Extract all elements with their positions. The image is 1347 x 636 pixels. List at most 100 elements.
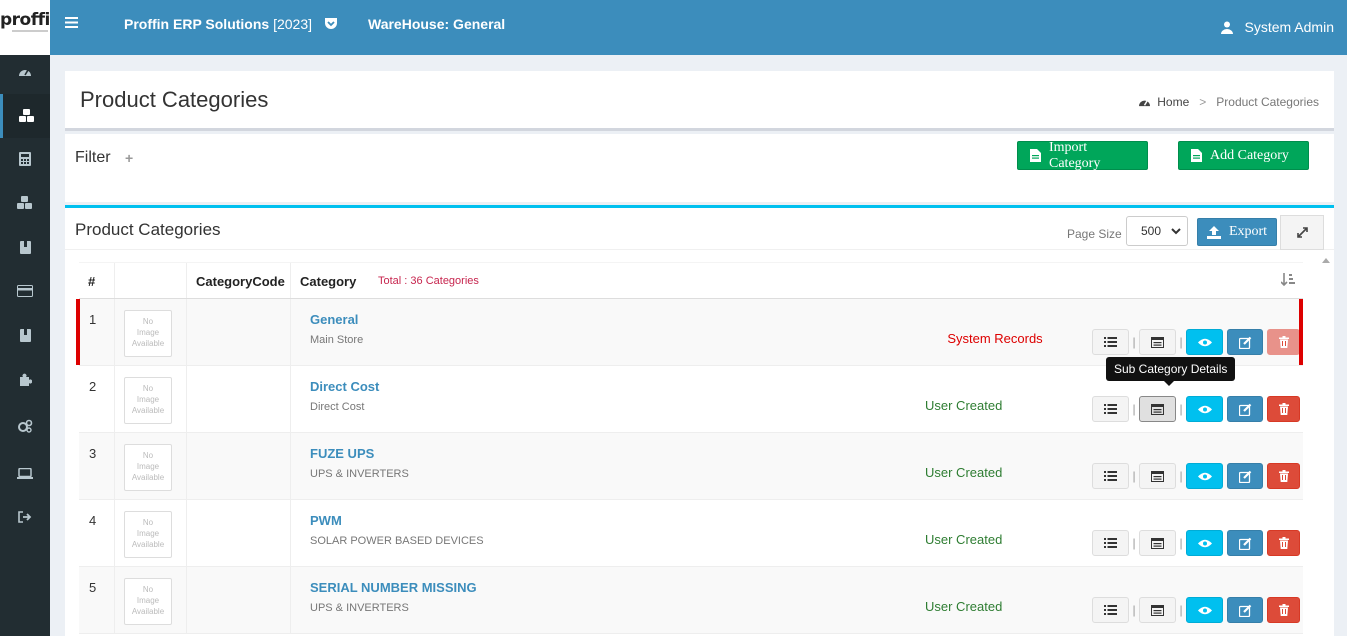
edit-button[interactable] [1227,530,1263,556]
sub-category-details-button[interactable] [1139,396,1176,422]
no-image-text: No Image Available [131,585,165,616]
add-category-button[interactable]: Add Category [1178,141,1309,170]
scroll-up-arrow[interactable] [1322,258,1330,263]
delete-button[interactable] [1267,396,1300,422]
credit-card-icon [17,285,33,297]
record-status: User Created [925,532,1003,547]
category-name-link[interactable]: General [310,312,358,327]
category-name-link[interactable]: Direct Cost [310,379,379,394]
sidebar-item-settings[interactable] [0,404,50,448]
expand-button[interactable] [1280,215,1324,250]
page-title: Product Categories [80,87,269,112]
action-separator: | [1179,469,1183,483]
file-icon [1191,149,1202,162]
sub-category-details-button[interactable] [1139,463,1176,489]
breadcrumb-home[interactable]: Home [1157,95,1189,109]
action-separator: | [1132,402,1136,416]
list-items-button[interactable] [1092,396,1129,422]
page-size-value: 500 [1141,224,1162,238]
edit-button[interactable] [1227,597,1263,623]
trash-icon [1278,336,1289,348]
edit-icon [1238,604,1252,617]
view-button[interactable] [1186,597,1223,623]
file-icon [1030,149,1041,162]
expand-icon [1296,227,1308,238]
eye-icon [1197,405,1212,414]
sub-category-details-button[interactable] [1139,597,1176,623]
no-image-text: No Image Available [131,451,165,482]
dashboard-icon [18,66,32,78]
view-button[interactable] [1186,530,1223,556]
list-alt-icon [1151,470,1164,482]
edit-icon [1238,537,1252,550]
delete-button[interactable] [1267,597,1300,623]
delete-button[interactable] [1267,463,1300,489]
table-body: 1 No Image Available General Main Store System… [76,299,1303,634]
sub-category-details-button[interactable] [1139,530,1176,556]
panel-divider [65,249,1334,250]
no-image-placeholder: No Image Available [124,310,172,357]
delete-button[interactable] [1267,530,1300,556]
edit-button[interactable] [1227,329,1263,355]
logo[interactable]: proffin [0,0,50,55]
action-separator: | [1132,603,1136,617]
no-image-placeholder: No Image Available [124,444,172,491]
sidebar-item-book[interactable] [0,225,50,269]
pocket-icon[interactable] [324,16,338,30]
row-number: 5 [89,580,97,595]
page-size-select[interactable]: 500 [1126,216,1188,246]
sidebar-item-ledger[interactable] [0,313,50,357]
edit-button[interactable] [1227,463,1263,489]
sidebar-item-dashboard[interactable] [0,50,50,94]
add-category-label: Add Category [1210,147,1289,163]
menu-toggle-icon[interactable] [65,17,78,28]
view-button[interactable] [1186,329,1223,355]
sort-icon[interactable] [1281,273,1295,287]
view-button[interactable] [1186,463,1223,489]
list-items-button[interactable] [1092,530,1129,556]
list-icon [1104,337,1117,347]
category-name-link[interactable]: FUZE UPS [310,446,374,461]
category-name-link[interactable]: SERIAL NUMBER MISSING [310,580,477,595]
table-row: 3 No Image Available FUZE UPS UPS & INVERTERS… [79,433,1303,500]
view-button[interactable] [1186,396,1223,422]
sidebar-item-modules[interactable] [0,357,50,401]
trash-icon [1278,403,1289,415]
sidebar-item-payments[interactable] [0,269,50,313]
eye-icon [1197,606,1212,615]
action-separator: | [1132,469,1136,483]
user-menu[interactable]: System Admin [1220,19,1334,35]
sidebar-item-calculator[interactable] [0,137,50,181]
sidebar-item-inventory[interactable] [0,181,50,225]
sidebar-item-pos[interactable] [0,451,50,495]
export-button[interactable]: Export [1197,218,1277,246]
sidebar-item-products[interactable] [0,94,50,138]
list-items-button[interactable] [1092,597,1129,623]
eye-icon [1197,338,1212,347]
scrollbar[interactable] [1318,256,1334,636]
brand-title[interactable]: Proffin ERP Solutions [2023] [124,16,312,32]
calculator-icon [19,152,31,166]
list-items-button[interactable] [1092,329,1129,355]
filter-title[interactable]: Filter [75,149,111,167]
import-category-button[interactable]: Import Category [1017,140,1148,171]
no-image-placeholder: No Image Available [124,377,172,424]
trash-icon [1278,537,1289,549]
col-header-code[interactable]: CategoryCode [196,263,285,300]
expand-filter-icon[interactable]: + [125,150,133,166]
list-items-button[interactable] [1092,463,1129,489]
eye-icon [1197,472,1212,481]
action-separator: | [1179,402,1183,416]
category-description: Main Store [310,334,364,346]
sub-category-details-button[interactable] [1139,329,1176,355]
warehouse-label[interactable]: WareHouse: General [368,16,505,32]
logo-text: proffin [0,10,50,30]
list-icon [1104,471,1117,481]
breadcrumb-separator: > [1199,95,1207,109]
category-description: SOLAR POWER BASED DEVICES [310,535,484,547]
edit-button[interactable] [1227,396,1263,422]
sidebar-item-logout[interactable] [0,495,50,539]
col-header-category[interactable]: Category [300,263,356,300]
category-name-link[interactable]: PWM [310,513,342,528]
category-description: UPS & INVERTERS [310,468,409,480]
